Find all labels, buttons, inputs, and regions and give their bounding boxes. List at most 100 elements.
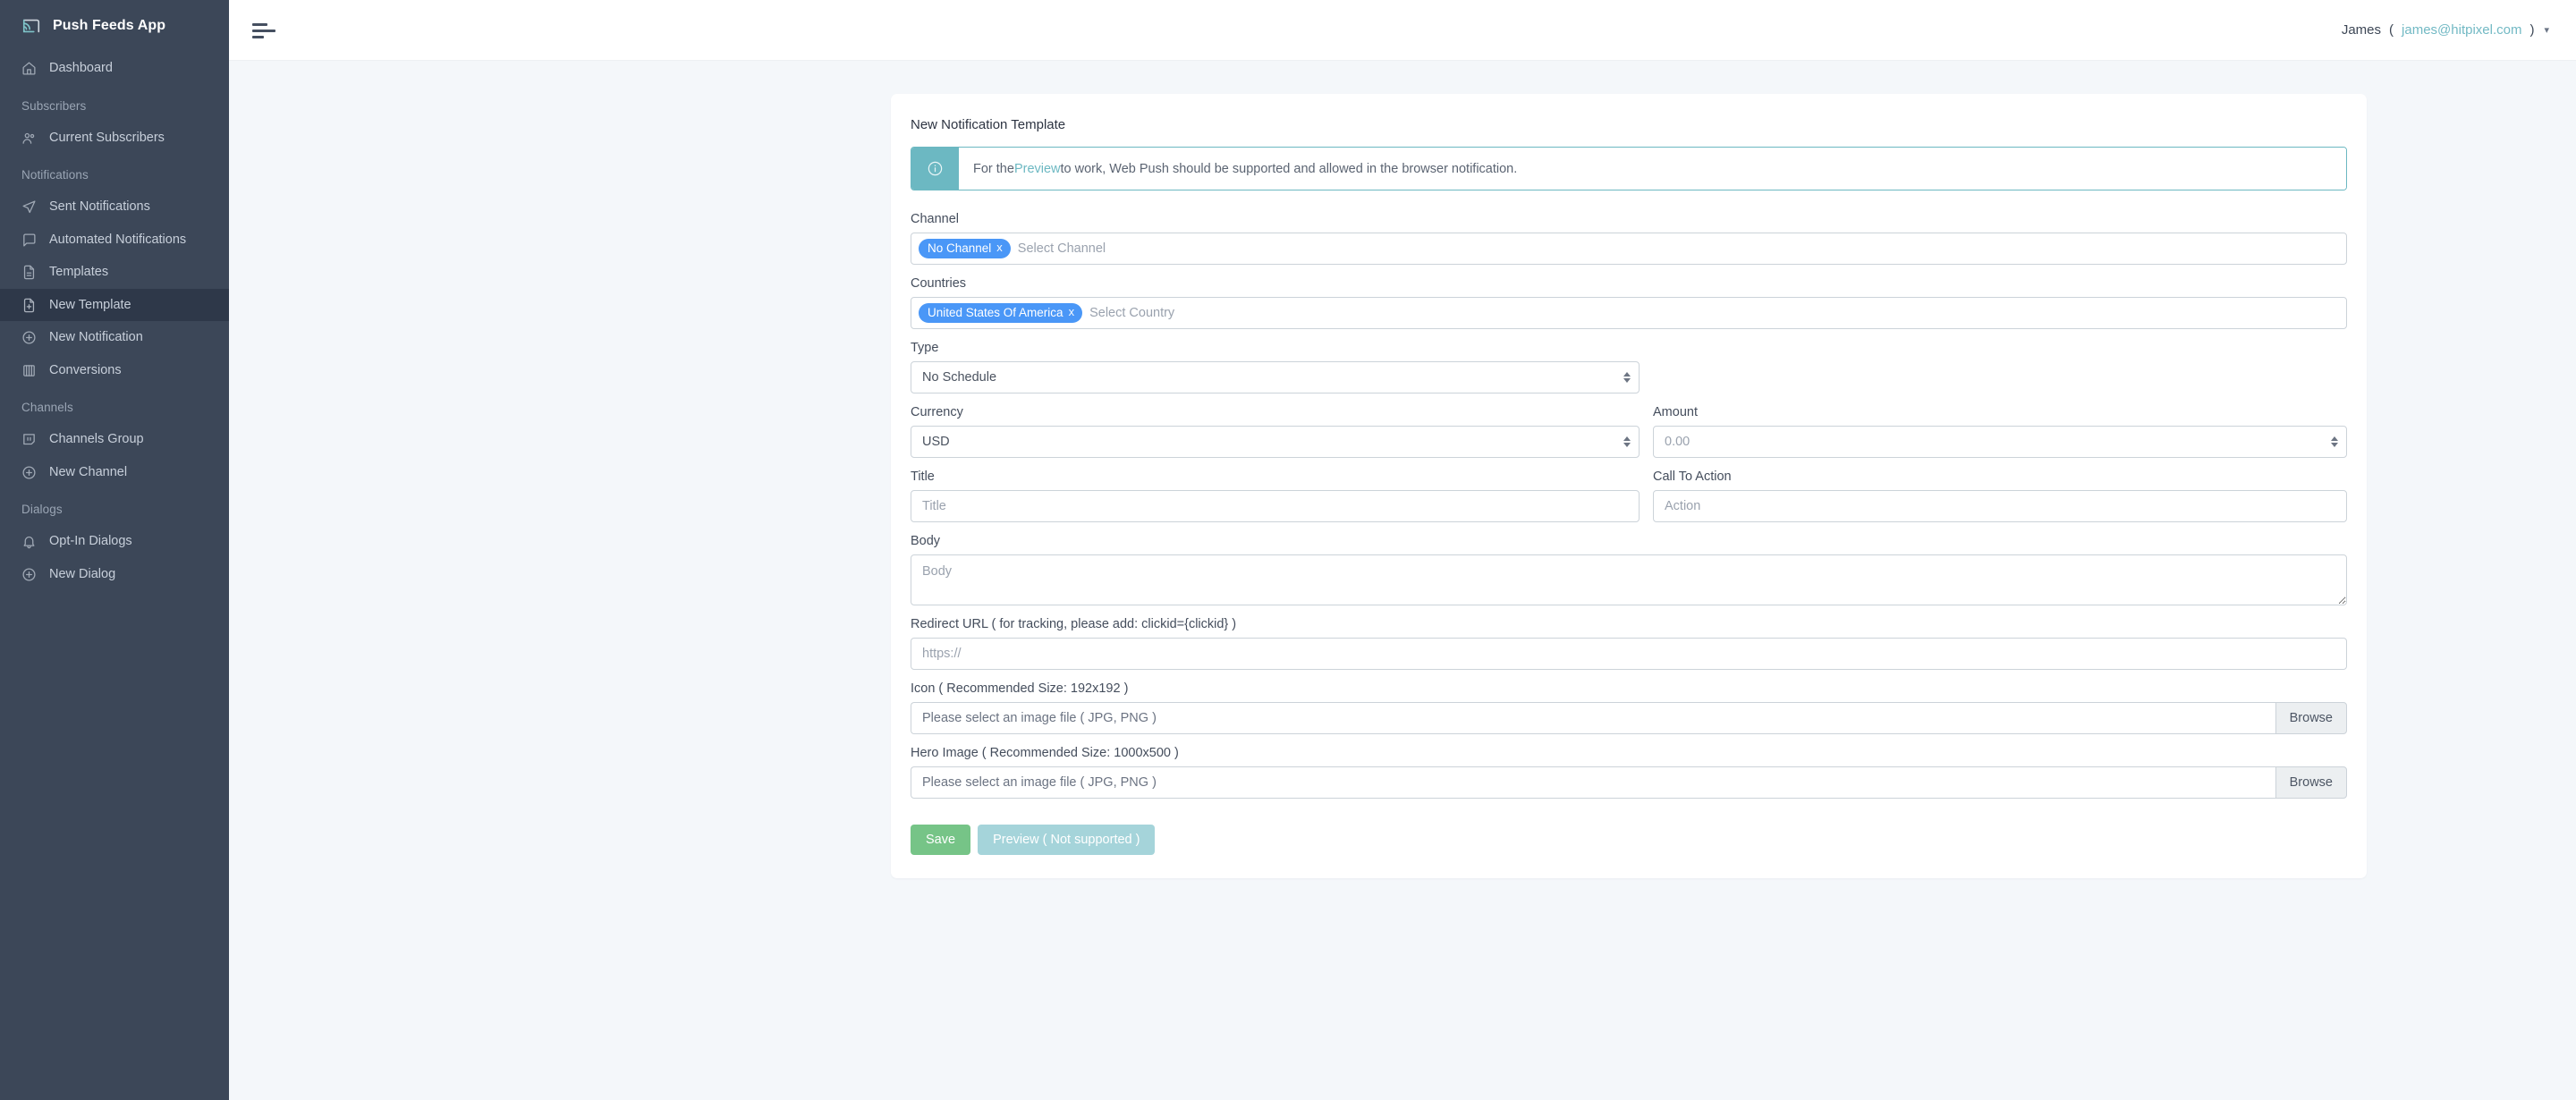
channel-token[interactable]: No Channel x — [919, 238, 1011, 259]
countries-label: Countries — [911, 276, 967, 291]
info-circle-icon — [911, 148, 959, 190]
sidebar-item-opt-in-dialogs[interactable]: Opt-In Dialogs — [0, 525, 229, 558]
sidebar-item-label: New Notification — [49, 330, 143, 345]
type-label: Type — [911, 341, 939, 355]
call-to-action-input[interactable] — [1653, 490, 2347, 522]
field-amount: Amount — [1653, 405, 2347, 458]
icon-upload-label: Icon ( Recommended Size: 192x192 ) — [911, 681, 1129, 696]
plus-circle-icon — [21, 465, 37, 480]
icon-file-row[interactable]: Please select an image file ( JPG, PNG )… — [911, 702, 2347, 734]
new-template-card: New Notification Template For the Previe… — [891, 94, 2367, 878]
sidebar-item-new-dialog[interactable]: New Dialog — [0, 558, 229, 591]
info-alert-text: For the Preview to work, Web Push should… — [959, 148, 2346, 190]
currency-select-wrap: USD — [911, 426, 1640, 458]
hero-browse-button[interactable]: Browse — [2275, 766, 2347, 799]
sidebar-item-dashboard[interactable]: Dashboard — [0, 52, 229, 85]
country-token-label: United States Of America — [928, 305, 1063, 319]
hamburger-icon[interactable] — [252, 21, 275, 40]
call-to-action-label: Call To Action — [1653, 470, 1732, 484]
icon-file-name: Please select an image file ( JPG, PNG ) — [911, 702, 2275, 734]
hero-upload-label: Hero Image ( Recommended Size: 1000x500 … — [911, 746, 1179, 760]
file-text-icon — [21, 265, 37, 280]
paren-close: ) — [2529, 22, 2535, 38]
info-alert: For the Preview to work, Web Push should… — [911, 147, 2347, 190]
currency-select[interactable]: USD — [911, 426, 1640, 458]
save-button[interactable]: Save — [911, 825, 971, 855]
body-label: Body — [911, 534, 941, 548]
close-icon[interactable]: x — [996, 241, 1003, 256]
paren-open: ( — [2389, 22, 2394, 38]
sidebar-section-notifications: Notifications — [21, 168, 89, 182]
content-area: New Notification Template For the Previe… — [229, 61, 2576, 1100]
field-body: Body — [911, 534, 2347, 605]
sidebar-item-automated-notifications[interactable]: Automated Notifications — [0, 224, 229, 257]
redirect-url-label: Redirect URL ( for tracking, please add:… — [911, 617, 1237, 631]
channel-token-label: No Channel — [928, 241, 992, 255]
sidebar-item-sent-notifications[interactable]: Sent Notifications — [0, 190, 229, 224]
type-select[interactable]: No Schedule — [911, 361, 1640, 393]
app-root: Push Feeds App Dashboard Subscribers Cur… — [0, 0, 2576, 1100]
user-menu[interactable]: James ( james@hitpixel.com ) ▾ — [2342, 22, 2549, 38]
chevron-down-icon[interactable]: ▾ — [2544, 24, 2549, 36]
page-title: New Notification Template — [911, 117, 1066, 132]
field-hero-upload: Hero Image ( Recommended Size: 1000x500 … — [911, 746, 2347, 799]
cast-feed-icon — [21, 16, 41, 36]
sidebar-item-label: Opt-In Dialogs — [49, 534, 132, 549]
channel-label: Channel — [911, 212, 960, 226]
field-channel: Channel No Channel x Select Channel — [911, 212, 2347, 265]
channel-icon — [21, 432, 37, 447]
sidebar-item-new-channel[interactable]: New Channel — [0, 456, 229, 489]
send-icon — [21, 199, 37, 215]
sidebar: Push Feeds App Dashboard Subscribers Cur… — [0, 0, 229, 1100]
countries-placeholder: Select Country — [1089, 306, 1175, 320]
sidebar-item-conversions[interactable]: Conversions — [0, 354, 229, 387]
sidebar-item-label: Conversions — [49, 362, 122, 377]
plus-circle-icon — [21, 330, 37, 345]
body-textarea[interactable] — [911, 554, 2347, 605]
file-plus-icon — [21, 298, 37, 313]
sidebar-section-dialogs: Dialogs — [21, 503, 63, 517]
country-token[interactable]: United States Of America x — [919, 302, 1083, 324]
columns-icon — [21, 363, 37, 378]
sidebar-item-label: New Template — [49, 297, 131, 312]
currency-label: Currency — [911, 405, 963, 419]
close-icon[interactable]: x — [1069, 305, 1075, 320]
sidebar-item-templates[interactable]: Templates — [0, 256, 229, 289]
icon-browse-button[interactable]: Browse — [2275, 702, 2347, 734]
sidebar-section-channels: Channels — [21, 401, 73, 415]
field-currency: Currency USD — [911, 405, 1640, 458]
redirect-url-input[interactable] — [911, 638, 2347, 670]
countries-tokenfield[interactable]: United States Of America x Select Countr… — [911, 297, 2347, 329]
brand-label: Push Feeds App — [53, 18, 166, 33]
field-title: Title — [911, 470, 1640, 522]
preview-button[interactable]: Preview ( Not supported ) — [978, 825, 1156, 855]
sidebar-item-current-subscribers[interactable]: Current Subscribers — [0, 122, 229, 155]
preview-link[interactable]: Preview — [1014, 162, 1061, 176]
topbar: James ( james@hitpixel.com ) ▾ — [229, 0, 2576, 61]
sidebar-item-label: New Dialog — [49, 567, 116, 582]
sidebar-section-subscribers: Subscribers — [21, 98, 87, 113]
channel-tokenfield[interactable]: No Channel x Select Channel — [911, 233, 2347, 265]
sidebar-item-channels-group[interactable]: Channels Group — [0, 423, 229, 456]
hero-file-row[interactable]: Please select an image file ( JPG, PNG )… — [911, 766, 2347, 799]
alert-text-before: For the — [973, 161, 1014, 176]
brand[interactable]: Push Feeds App — [0, 0, 229, 52]
title-input[interactable] — [911, 490, 1640, 522]
user-email[interactable]: james@hitpixel.com — [2402, 22, 2521, 38]
field-type: Type No Schedule — [911, 341, 2347, 393]
sidebar-item-label: Dashboard — [49, 61, 113, 75]
sidebar-item-label: New Channel — [49, 464, 128, 479]
sidebar-item-new-notification[interactable]: New Notification — [0, 321, 229, 354]
title-label: Title — [911, 470, 935, 484]
alert-text-after: to work, Web Push should be supported an… — [1060, 161, 1518, 176]
amount-input[interactable] — [1653, 426, 2347, 458]
bell-icon — [21, 534, 37, 549]
channel-placeholder: Select Channel — [1017, 241, 1106, 256]
sidebar-item-label: Templates — [49, 265, 109, 280]
sidebar-item-label: Automated Notifications — [49, 232, 187, 247]
form-actions: Save Preview ( Not supported ) — [911, 810, 2347, 855]
sidebar-item-new-template[interactable]: New Template — [0, 288, 229, 322]
message-square-icon — [21, 233, 37, 248]
sidebar-item-label: Channels Group — [49, 432, 144, 447]
currency-amount-row: Currency USD Amount — [911, 405, 2347, 470]
